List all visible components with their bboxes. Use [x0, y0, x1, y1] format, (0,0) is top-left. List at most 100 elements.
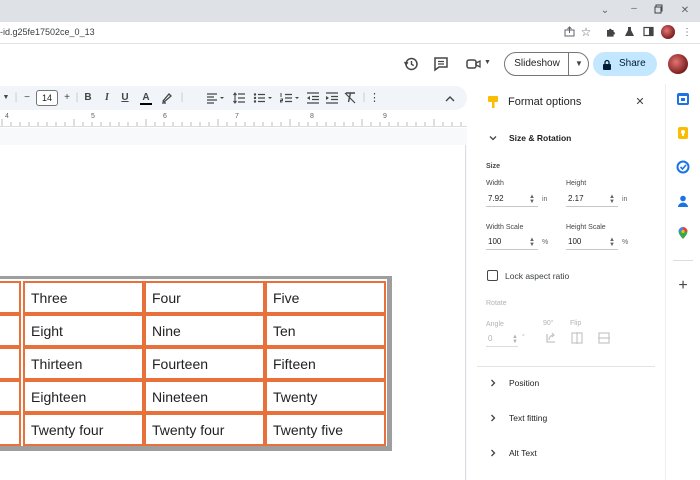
align-icon[interactable]: [205, 91, 227, 105]
increase-indent-icon[interactable]: [325, 91, 339, 105]
kebab-menu-icon[interactable]: ⋮: [680, 26, 694, 40]
table-cell[interactable]: Twenty four: [144, 413, 265, 446]
meet-camera-icon[interactable]: [466, 57, 482, 71]
highlight-pen-icon[interactable]: [160, 91, 174, 105]
table-cell[interactable]: Fourteen: [144, 347, 265, 380]
table-cell[interactable]: Fifteen: [265, 347, 386, 380]
table-cell[interactable]: [0, 413, 21, 446]
chevron-down-icon[interactable]: ⌄: [598, 4, 612, 18]
slideshow-dropdown-icon[interactable]: ▼: [571, 53, 587, 75]
table-cell[interactable]: Nineteen: [144, 380, 265, 413]
meet-dropdown-icon[interactable]: ▼: [484, 59, 492, 67]
rotate-90-icon[interactable]: [544, 331, 558, 345]
side-panel-icon[interactable]: [641, 26, 655, 40]
table-cell[interactable]: Twenty five: [265, 413, 386, 446]
toolbar-dropdown-icon[interactable]: ▼: [2, 91, 10, 105]
lock-aspect-checkbox[interactable]: [487, 270, 498, 281]
table-cell[interactable]: Ten: [265, 314, 386, 347]
underline-button[interactable]: U: [120, 91, 130, 105]
width-scale-stepper[interactable]: ▲ ▼: [529, 237, 535, 248]
keep-icon[interactable]: [676, 126, 690, 140]
profile-avatar[interactable]: [661, 25, 675, 39]
section-size-rotation[interactable]: Size & Rotation: [509, 133, 571, 143]
bookmark-star-icon[interactable]: ☆: [579, 25, 593, 39]
format-options-icon: [487, 95, 499, 109]
rail-divider: [673, 260, 693, 261]
close-icon[interactable]: ✕: [634, 96, 646, 108]
bold-button[interactable]: B: [83, 91, 93, 105]
url-text[interactable]: -id.g25fe17502ce_0_13: [0, 27, 95, 37]
table-cell[interactable]: [0, 347, 21, 380]
slideshow-button[interactable]: Slideshow ▼: [504, 52, 589, 76]
slideshow-divider: [568, 53, 569, 75]
rotate-heading: Rotate: [486, 300, 507, 307]
maximize-icon[interactable]: [652, 4, 666, 18]
increase-font-size-button[interactable]: +: [62, 91, 72, 105]
width-scale-unit: %: [542, 239, 549, 246]
flip-vertical-icon[interactable]: [597, 331, 611, 345]
ruler-mark: 7: [235, 113, 239, 120]
table-cell[interactable]: Eight: [23, 314, 144, 347]
contacts-icon[interactable]: [676, 194, 690, 208]
chevron-right-icon[interactable]: [488, 413, 498, 423]
comments-icon[interactable]: [433, 56, 449, 72]
ruler-ticks: [1, 119, 462, 126]
font-size-input[interactable]: 14: [36, 90, 58, 106]
height-stepper[interactable]: ▲ ▼: [609, 194, 615, 205]
decrease-font-size-button[interactable]: −: [22, 91, 32, 105]
more-options-icon[interactable]: ⋮: [369, 91, 380, 105]
tasks-icon[interactable]: [676, 160, 690, 174]
table-cell[interactable]: Nine: [144, 314, 265, 347]
chevron-down-icon[interactable]: [488, 133, 498, 143]
address-bar[interactable]: -id.g25fe17502ce_0_13 ☆ ⋮: [0, 22, 700, 44]
clear-formatting-icon[interactable]: [343, 91, 357, 105]
version-history-icon[interactable]: [403, 56, 419, 72]
calendar-icon[interactable]: [676, 92, 690, 106]
table-cell[interactable]: Twenty: [265, 380, 386, 413]
numbered-list-icon[interactable]: [279, 91, 301, 105]
angle-unit: °: [522, 334, 525, 341]
maps-icon[interactable]: [676, 226, 690, 240]
slideshow-label[interactable]: Slideshow: [505, 53, 569, 75]
ruler-mark: 8: [310, 113, 314, 120]
add-addon-icon[interactable]: +: [676, 278, 690, 294]
lab-flask-icon[interactable]: [622, 26, 636, 40]
width-stepper[interactable]: ▲ ▼: [529, 194, 535, 205]
chevron-right-icon[interactable]: [488, 448, 498, 458]
size-heading: Size: [486, 163, 501, 170]
height-scale-unit: %: [622, 239, 629, 246]
account-avatar[interactable]: [668, 54, 688, 74]
section-position[interactable]: Position: [509, 378, 539, 388]
ruler-mark: 9: [383, 113, 387, 120]
text-color-button[interactable]: A: [140, 91, 152, 105]
share-label[interactable]: Share: [619, 58, 646, 69]
chevron-right-icon[interactable]: [488, 378, 498, 388]
lock-aspect-label[interactable]: Lock aspect ratio: [505, 271, 569, 281]
section-alt-text[interactable]: Alt Text: [509, 448, 537, 458]
share-page-icon[interactable]: [562, 26, 576, 40]
table-cell[interactable]: Three: [23, 281, 144, 314]
italic-button[interactable]: I: [102, 91, 112, 105]
close-window-icon[interactable]: ✕: [678, 4, 692, 18]
bulleted-list-icon[interactable]: [252, 91, 274, 105]
height-scale-stepper[interactable]: ▲ ▼: [609, 237, 615, 248]
minimize-icon[interactable]: –: [627, 2, 641, 16]
flip-horizontal-icon[interactable]: [570, 331, 584, 345]
toolbar-divider: |: [75, 92, 79, 103]
angle-stepper[interactable]: ▲ ▼: [512, 334, 518, 345]
table-cell[interactable]: Five: [265, 281, 386, 314]
table-cell[interactable]: [0, 281, 21, 314]
table-cell[interactable]: Eighteen: [23, 380, 144, 413]
table-cell[interactable]: Twenty four: [23, 413, 144, 446]
table-cell[interactable]: Thirteen: [23, 347, 144, 380]
table-cell[interactable]: [0, 314, 21, 347]
decrease-indent-icon[interactable]: [306, 91, 320, 105]
extensions-icon[interactable]: [603, 26, 617, 40]
section-text-fitting[interactable]: Text fitting: [509, 413, 547, 423]
collapse-toolbar-icon[interactable]: [444, 92, 456, 104]
table-cell[interactable]: [0, 380, 21, 413]
line-spacing-icon[interactable]: [232, 91, 246, 105]
table-cell[interactable]: Four: [144, 281, 265, 314]
width-unit: in: [542, 196, 548, 203]
toolbar-divider: |: [14, 92, 18, 103]
